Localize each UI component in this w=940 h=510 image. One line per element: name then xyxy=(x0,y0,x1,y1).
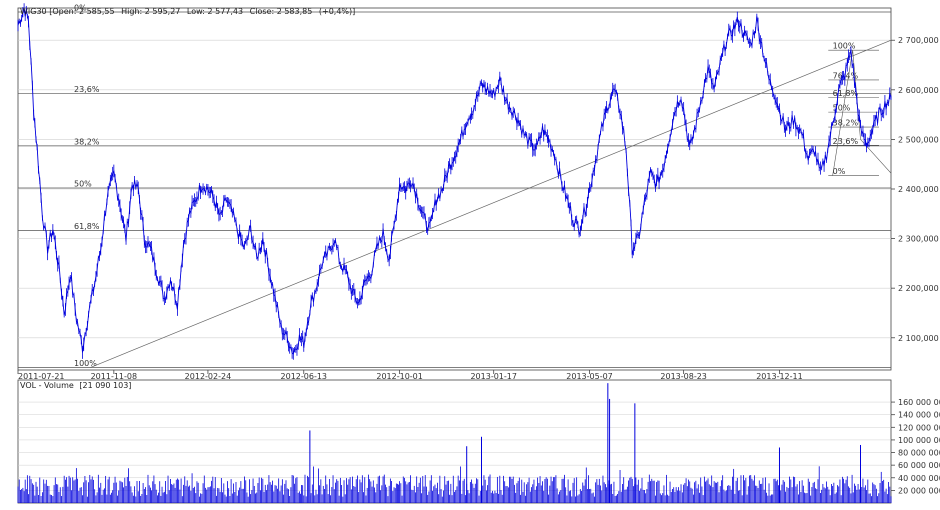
stock-chart: 0%23,6%38,2%50%61,8%100% 100%76,4%61,8%5… xyxy=(17,3,940,504)
symbol: WIG30 xyxy=(20,7,47,16)
volume-label: VOL - Volume xyxy=(20,381,74,390)
price-y-tick-label: 2 300,000 xyxy=(898,235,939,244)
open-label: Open: xyxy=(52,7,76,16)
volume-panel: 20 000 000 40 000 000 60 000 000 80 000 000… xyxy=(17,379,940,504)
price-y-axis: 2 100,000 2 200,000 2 300,000 2 400,000 2 50… xyxy=(891,36,939,343)
volume-plot-area xyxy=(17,379,892,504)
volume-y-axis: 20 000 000 40 000 000 60 000 000 80 000 000… xyxy=(891,398,940,495)
fib-level-label: 23,6% xyxy=(74,85,100,94)
fib-level-label: 50% xyxy=(74,180,92,189)
price-panel: 0%23,6%38,2%50%61,8%100% 100%76,4%61,8%5… xyxy=(17,3,939,381)
price-y-tick-label: 2 500,000 xyxy=(898,135,939,144)
fib2-level-label: 38,2% xyxy=(833,119,859,128)
close-label: Close: xyxy=(250,7,275,16)
price-x-axis: 2011-07-21 2011-11-08 2012-02-24 2012-06-13… xyxy=(17,370,803,381)
change-value: (+0,4%) xyxy=(319,7,352,16)
volume-y-tick-label: 40 000 000 xyxy=(898,474,940,483)
price-y-tick-label: 2 200,000 xyxy=(898,284,939,293)
volume-y-tick-label: 100 000 000 xyxy=(898,436,940,445)
volume-header: VOL - Volume [21 090 103] xyxy=(20,381,131,390)
close-value: 2 583,85 xyxy=(277,7,313,16)
high-value: 2 595,27 xyxy=(145,7,181,16)
fib-level-label: 100% xyxy=(74,359,97,368)
fib-level-label: 61,8% xyxy=(74,222,100,231)
price-y-tick-label: 2 700,000 xyxy=(898,36,939,45)
price-y-tick-label: 2 600,000 xyxy=(898,86,939,95)
high-label: High: xyxy=(121,7,142,16)
volume-y-tick-label: 60 000 000 xyxy=(898,461,940,470)
volume-y-tick-label: 80 000 000 xyxy=(898,449,940,458)
fib-level-label: 38,2% xyxy=(74,137,100,146)
fib2-level-label: 100% xyxy=(833,42,856,51)
open-value: 2 585,55 xyxy=(79,7,115,16)
price-y-tick-label: 2 400,000 xyxy=(898,185,939,194)
fib2-level-label: 23,6% xyxy=(833,137,859,146)
volume-y-tick-label: 120 000 000 xyxy=(898,423,940,432)
volume-y-tick-label: 20 000 000 xyxy=(898,486,940,495)
volume-y-tick-label: 140 000 000 xyxy=(898,411,940,420)
price-y-tick-label: 2 100,000 xyxy=(898,334,939,343)
low-label: Low: xyxy=(187,7,205,16)
volume-y-tick-label: 160 000 000 xyxy=(898,398,940,407)
price-header: WIG30 [Open: 2 585,55 High: 2 595,27 Low… xyxy=(20,7,355,16)
volume-value: [21 090 103] xyxy=(79,381,131,390)
low-value: 2 577,43 xyxy=(207,7,243,16)
fib2-level-label: 0% xyxy=(833,167,846,176)
